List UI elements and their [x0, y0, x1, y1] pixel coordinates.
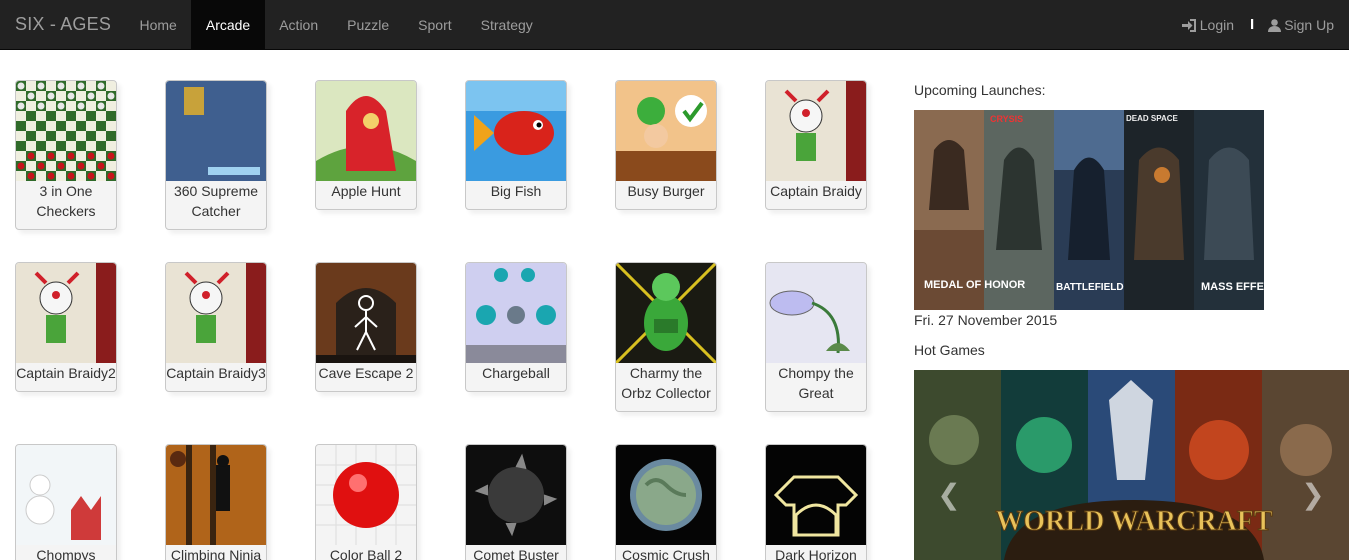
- game-title[interactable]: Comet Buster: [466, 545, 566, 560]
- game-thumbnail[interactable]: [766, 445, 866, 545]
- game-thumbnail[interactable]: [466, 263, 566, 363]
- nav-tab-strategy[interactable]: Strategy: [466, 0, 547, 50]
- game-card[interactable]: Apple Hunt: [315, 80, 417, 210]
- game-title[interactable]: Color Ball 2: [316, 545, 416, 560]
- signup-label: Sign Up: [1284, 17, 1334, 33]
- main-nav: Home Arcade Action Puzzle Sport Strategy: [125, 0, 547, 50]
- account-links: Login I Sign Up: [1181, 0, 1334, 50]
- game-card[interactable]: Climbing Ninja: [165, 444, 267, 560]
- game-title[interactable]: Climbing Ninja: [166, 545, 266, 560]
- game-thumbnail[interactable]: [766, 263, 866, 363]
- game-title[interactable]: Chompy the Great: [766, 363, 866, 411]
- upcoming-launches-heading: Upcoming Launches:: [914, 82, 1046, 98]
- game-card[interactable]: Cosmic Crush: [615, 444, 717, 560]
- game-card[interactable]: Busy Burger: [615, 80, 717, 210]
- game-thumbnail[interactable]: [166, 263, 266, 363]
- user-icon: [1268, 18, 1282, 32]
- game-thumbnail[interactable]: [16, 81, 116, 181]
- game-title[interactable]: Busy Burger: [616, 181, 716, 209]
- hot-games-heading: Hot Games: [914, 342, 985, 358]
- game-card[interactable]: Captain Braidy2: [15, 262, 117, 392]
- game-thumbnail[interactable]: [316, 81, 416, 181]
- game-thumbnail[interactable]: [466, 81, 566, 181]
- top-navbar: SIX - AGES Home Arcade Action Puzzle Spo…: [0, 0, 1349, 50]
- nav-tab-home[interactable]: Home: [125, 0, 191, 50]
- launch-covers-image: MEDAL OF HONOR CRYSIS BATTLEFIELD DEAD S…: [914, 110, 1264, 310]
- cover-medal-of-honor: MEDAL OF HONOR: [924, 279, 1025, 291]
- nav-separator: I: [1250, 15, 1255, 33]
- nav-tab-action[interactable]: Action: [265, 0, 333, 50]
- game-card[interactable]: Comet Buster: [465, 444, 567, 560]
- game-card[interactable]: Chompy the Great: [765, 262, 867, 412]
- cover-battlefield: BATTLEFIELD: [1056, 282, 1124, 293]
- sidebar: Upcoming Launches: MEDAL OF HONOR CRYSIS…: [914, 80, 1349, 560]
- game-card[interactable]: Charmy the Orbz Collector: [615, 262, 717, 412]
- game-title[interactable]: 3 in One Checkers: [16, 181, 116, 229]
- game-card[interactable]: 360 Supreme Catcher: [165, 80, 267, 230]
- game-thumbnail[interactable]: [16, 445, 116, 545]
- game-thumbnail[interactable]: [316, 445, 416, 545]
- game-title[interactable]: 360 Supreme Catcher: [166, 181, 266, 229]
- cover-dead-space: DEAD SPACE: [1126, 114, 1179, 123]
- game-card[interactable]: Color Ball 2: [315, 444, 417, 560]
- signup-link[interactable]: Sign Up: [1268, 17, 1334, 33]
- game-title[interactable]: Charmy the Orbz Collector: [616, 363, 716, 411]
- game-title[interactable]: Cave Escape 2: [316, 363, 416, 391]
- warcraft-logo-text: WORLD WARCRAFT: [995, 506, 1272, 537]
- launch-date: Fri. 27 November 2015: [914, 312, 1058, 328]
- game-card[interactable]: Chargeball: [465, 262, 567, 392]
- game-title[interactable]: Dark Horizon: [766, 545, 866, 560]
- game-card[interactable]: Cave Escape 2: [315, 262, 417, 392]
- game-title[interactable]: Apple Hunt: [316, 181, 416, 209]
- game-thumbnail[interactable]: [16, 263, 116, 363]
- game-title[interactable]: Chargeball: [466, 363, 566, 391]
- login-label: Login: [1199, 17, 1235, 33]
- game-card[interactable]: 3 in One Checkers: [15, 80, 117, 230]
- nav-tab-arcade[interactable]: Arcade: [191, 0, 265, 50]
- game-thumbnail[interactable]: [616, 81, 716, 181]
- game-card[interactable]: Captain Braidy3: [165, 262, 267, 392]
- cover-mass-effect: MASS EFFECT: [1201, 281, 1264, 293]
- game-thumbnail[interactable]: [616, 445, 716, 545]
- nav-tab-puzzle[interactable]: Puzzle: [333, 0, 404, 50]
- chevron-left-icon[interactable]: ❮: [934, 480, 964, 510]
- hot-games-carousel[interactable]: WORLD WARCRAFT ❮ ❯: [914, 370, 1349, 560]
- game-thumbnail[interactable]: [766, 81, 866, 181]
- game-title[interactable]: Cosmic Crush: [616, 545, 716, 560]
- game-thumbnail[interactable]: [616, 263, 716, 363]
- game-thumbnail[interactable]: [316, 263, 416, 363]
- sign-in-icon: [1181, 18, 1196, 32]
- game-thumbnail[interactable]: [166, 81, 266, 181]
- nav-tab-sport[interactable]: Sport: [404, 0, 466, 50]
- chevron-right-icon[interactable]: ❯: [1298, 480, 1328, 510]
- login-link[interactable]: Login: [1181, 17, 1235, 33]
- game-title[interactable]: Chompys: [16, 545, 116, 560]
- upcoming-launches-banner[interactable]: MEDAL OF HONOR CRYSIS BATTLEFIELD DEAD S…: [914, 110, 1264, 310]
- game-thumbnail[interactable]: [166, 445, 266, 545]
- game-card[interactable]: Dark Horizon: [765, 444, 867, 560]
- game-title[interactable]: Captain Braidy2: [16, 363, 116, 391]
- brand-logo[interactable]: SIX - AGES: [15, 14, 111, 35]
- game-card[interactable]: Big Fish: [465, 80, 567, 210]
- game-card[interactable]: Chompys: [15, 444, 117, 560]
- game-thumbnail[interactable]: [466, 445, 566, 545]
- game-title[interactable]: Captain Braidy3: [166, 363, 266, 391]
- hot-games-image: WORLD WARCRAFT: [914, 370, 1349, 560]
- game-title[interactable]: Big Fish: [466, 181, 566, 209]
- game-title[interactable]: Captain Braidy: [766, 181, 866, 209]
- game-card[interactable]: Captain Braidy: [765, 80, 867, 210]
- cover-crysis: CRYSIS: [990, 114, 1023, 124]
